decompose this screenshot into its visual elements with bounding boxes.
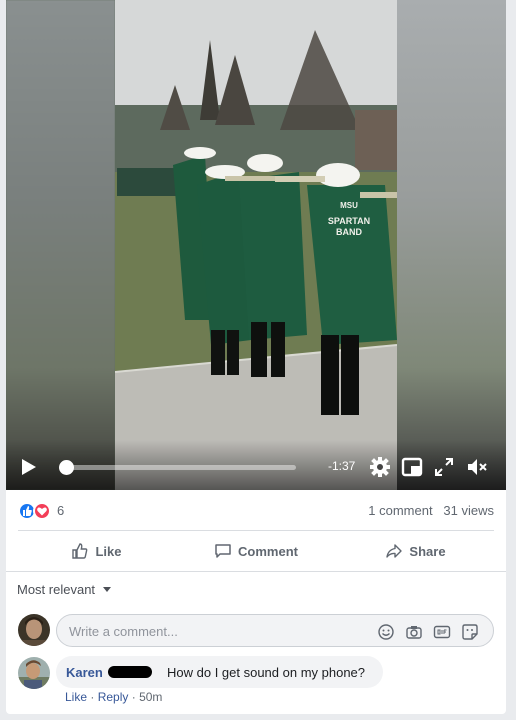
separator: · [90,690,98,704]
comment-like-link[interactable]: Like [65,690,87,704]
comment-sort-dropdown[interactable]: Most relevant [17,582,111,597]
comment-reply-link[interactable]: Reply [98,690,129,704]
comment-button[interactable]: Comment [175,531,337,571]
like-label: Like [95,543,122,559]
separator: · [131,690,140,704]
divider [6,571,506,572]
video-player[interactable]: SPARTAN BAND MSU -1:37 [6,0,506,490]
share-button[interactable]: Share [337,531,494,571]
view-count: 31 views [443,503,494,518]
redaction-bar [108,666,152,678]
video-blur-left [6,0,115,490]
time-remaining: -1:37 [328,459,356,473]
gif-icon[interactable] [433,623,451,641]
love-reaction-icon[interactable] [33,502,51,520]
comment-meta: Like · Reply · 50m [65,690,162,704]
post-stats: 6 1 comment 31 views [6,497,506,525]
mini-player-icon[interactable] [401,456,423,478]
jacket-text-1: SPARTAN [328,216,370,226]
video-frame: SPARTAN BAND MSU [115,0,397,490]
current-user-avatar[interactable] [18,614,50,646]
speech-bubble-icon [215,544,231,558]
comment-input[interactable]: Write a comment... [56,614,494,647]
caret-down-icon [102,587,111,592]
emoji-icon[interactable] [377,623,395,641]
comment-count[interactable]: 1 comment [368,503,432,518]
video-blur-right [397,0,506,490]
muted-volume-icon[interactable] [466,456,488,478]
sticker-icon[interactable] [461,623,479,641]
play-button[interactable] [22,459,36,475]
thumbs-up-icon [72,543,88,559]
comment-view-counts: 1 comment 31 views [368,503,494,518]
settings-gear-icon[interactable] [369,456,391,478]
camera-icon[interactable] [405,623,423,641]
comment-text: How do I get sound on my phone? [167,665,366,680]
share-label: Share [409,543,446,559]
post-actions: Like Comment Share [6,531,506,571]
progress-handle[interactable] [59,460,74,475]
comment-timestamp[interactable]: 50m [139,690,162,704]
post-card: SPARTAN BAND MSU -1:37 6 1 comment 31 vi… [6,0,506,714]
jacket-text-3: MSU [340,201,358,210]
comment-input-placeholder: Write a comment... [69,624,178,639]
jacket-text-2: BAND [336,227,362,237]
like-button[interactable]: Like [18,531,175,571]
fullscreen-icon[interactable] [433,456,455,478]
comment-author[interactable]: Karen [66,665,103,680]
comment-sort-label: Most relevant [17,582,96,597]
progress-track[interactable] [67,465,296,470]
commenter-avatar[interactable] [18,657,50,689]
share-arrow-icon [386,544,403,558]
comment-label: Comment [238,543,298,559]
comment-bubble: Karen How do I get sound on my phone? [56,656,383,688]
reaction-count[interactable]: 6 [57,503,64,518]
